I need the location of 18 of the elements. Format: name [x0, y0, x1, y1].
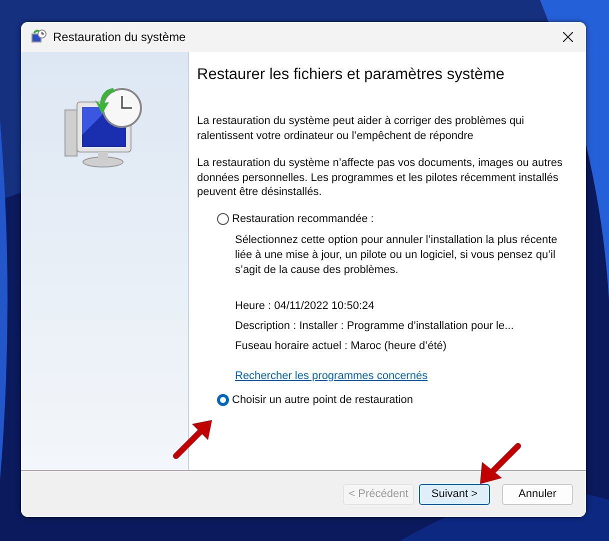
- close-icon[interactable]: [563, 32, 573, 42]
- restore-point-detail: Description : Installer : Programme d’installation pour le...: [235, 320, 515, 332]
- radio-button[interactable]: [217, 212, 229, 224]
- dialog-button[interactable]: Suivant >: [419, 484, 490, 504]
- radio-button[interactable]: [217, 394, 229, 406]
- affected-programs-link[interactable]: Rechercher les programmes concernés: [235, 370, 428, 382]
- annotation-arrow: [478, 442, 522, 486]
- page-heading: Restaurer les fichiers et paramètres système: [197, 66, 506, 84]
- restore-point-detail: Fuseau horaire actuel : Maroc (heure d’été): [235, 340, 448, 352]
- description-text: La restauration du système peut aider à corriger des problèmes qui ralentissent votre ordinateur ou l’empêchent de répondre: [197, 114, 526, 143]
- dialog-button[interactable]: Annuler: [502, 484, 573, 504]
- radio-label[interactable]: Choisir un autre point de restauration: [232, 394, 413, 406]
- window-title: Restauration du système: [53, 30, 187, 44]
- restore-point-detail: Heure : 04/11/2022 10:50:24: [235, 300, 376, 312]
- description-text: La restauration du système n’affecte pas vos documents, images ou autres données personnelles. Les programmes et les pilotes récemment installés peuvent être désinstallés.: [197, 156, 564, 200]
- option-description: Sélectionnez cette option pour annuler l’installation la plus récente liée à une mise à jour, un pilote ou un logiciel, si vous pensez qu’il s’agit de la cause des problèmes.: [235, 232, 558, 278]
- radio-label[interactable]: Restauration recommandée :: [232, 212, 374, 224]
- restore-clock-icon: [31, 29, 47, 45]
